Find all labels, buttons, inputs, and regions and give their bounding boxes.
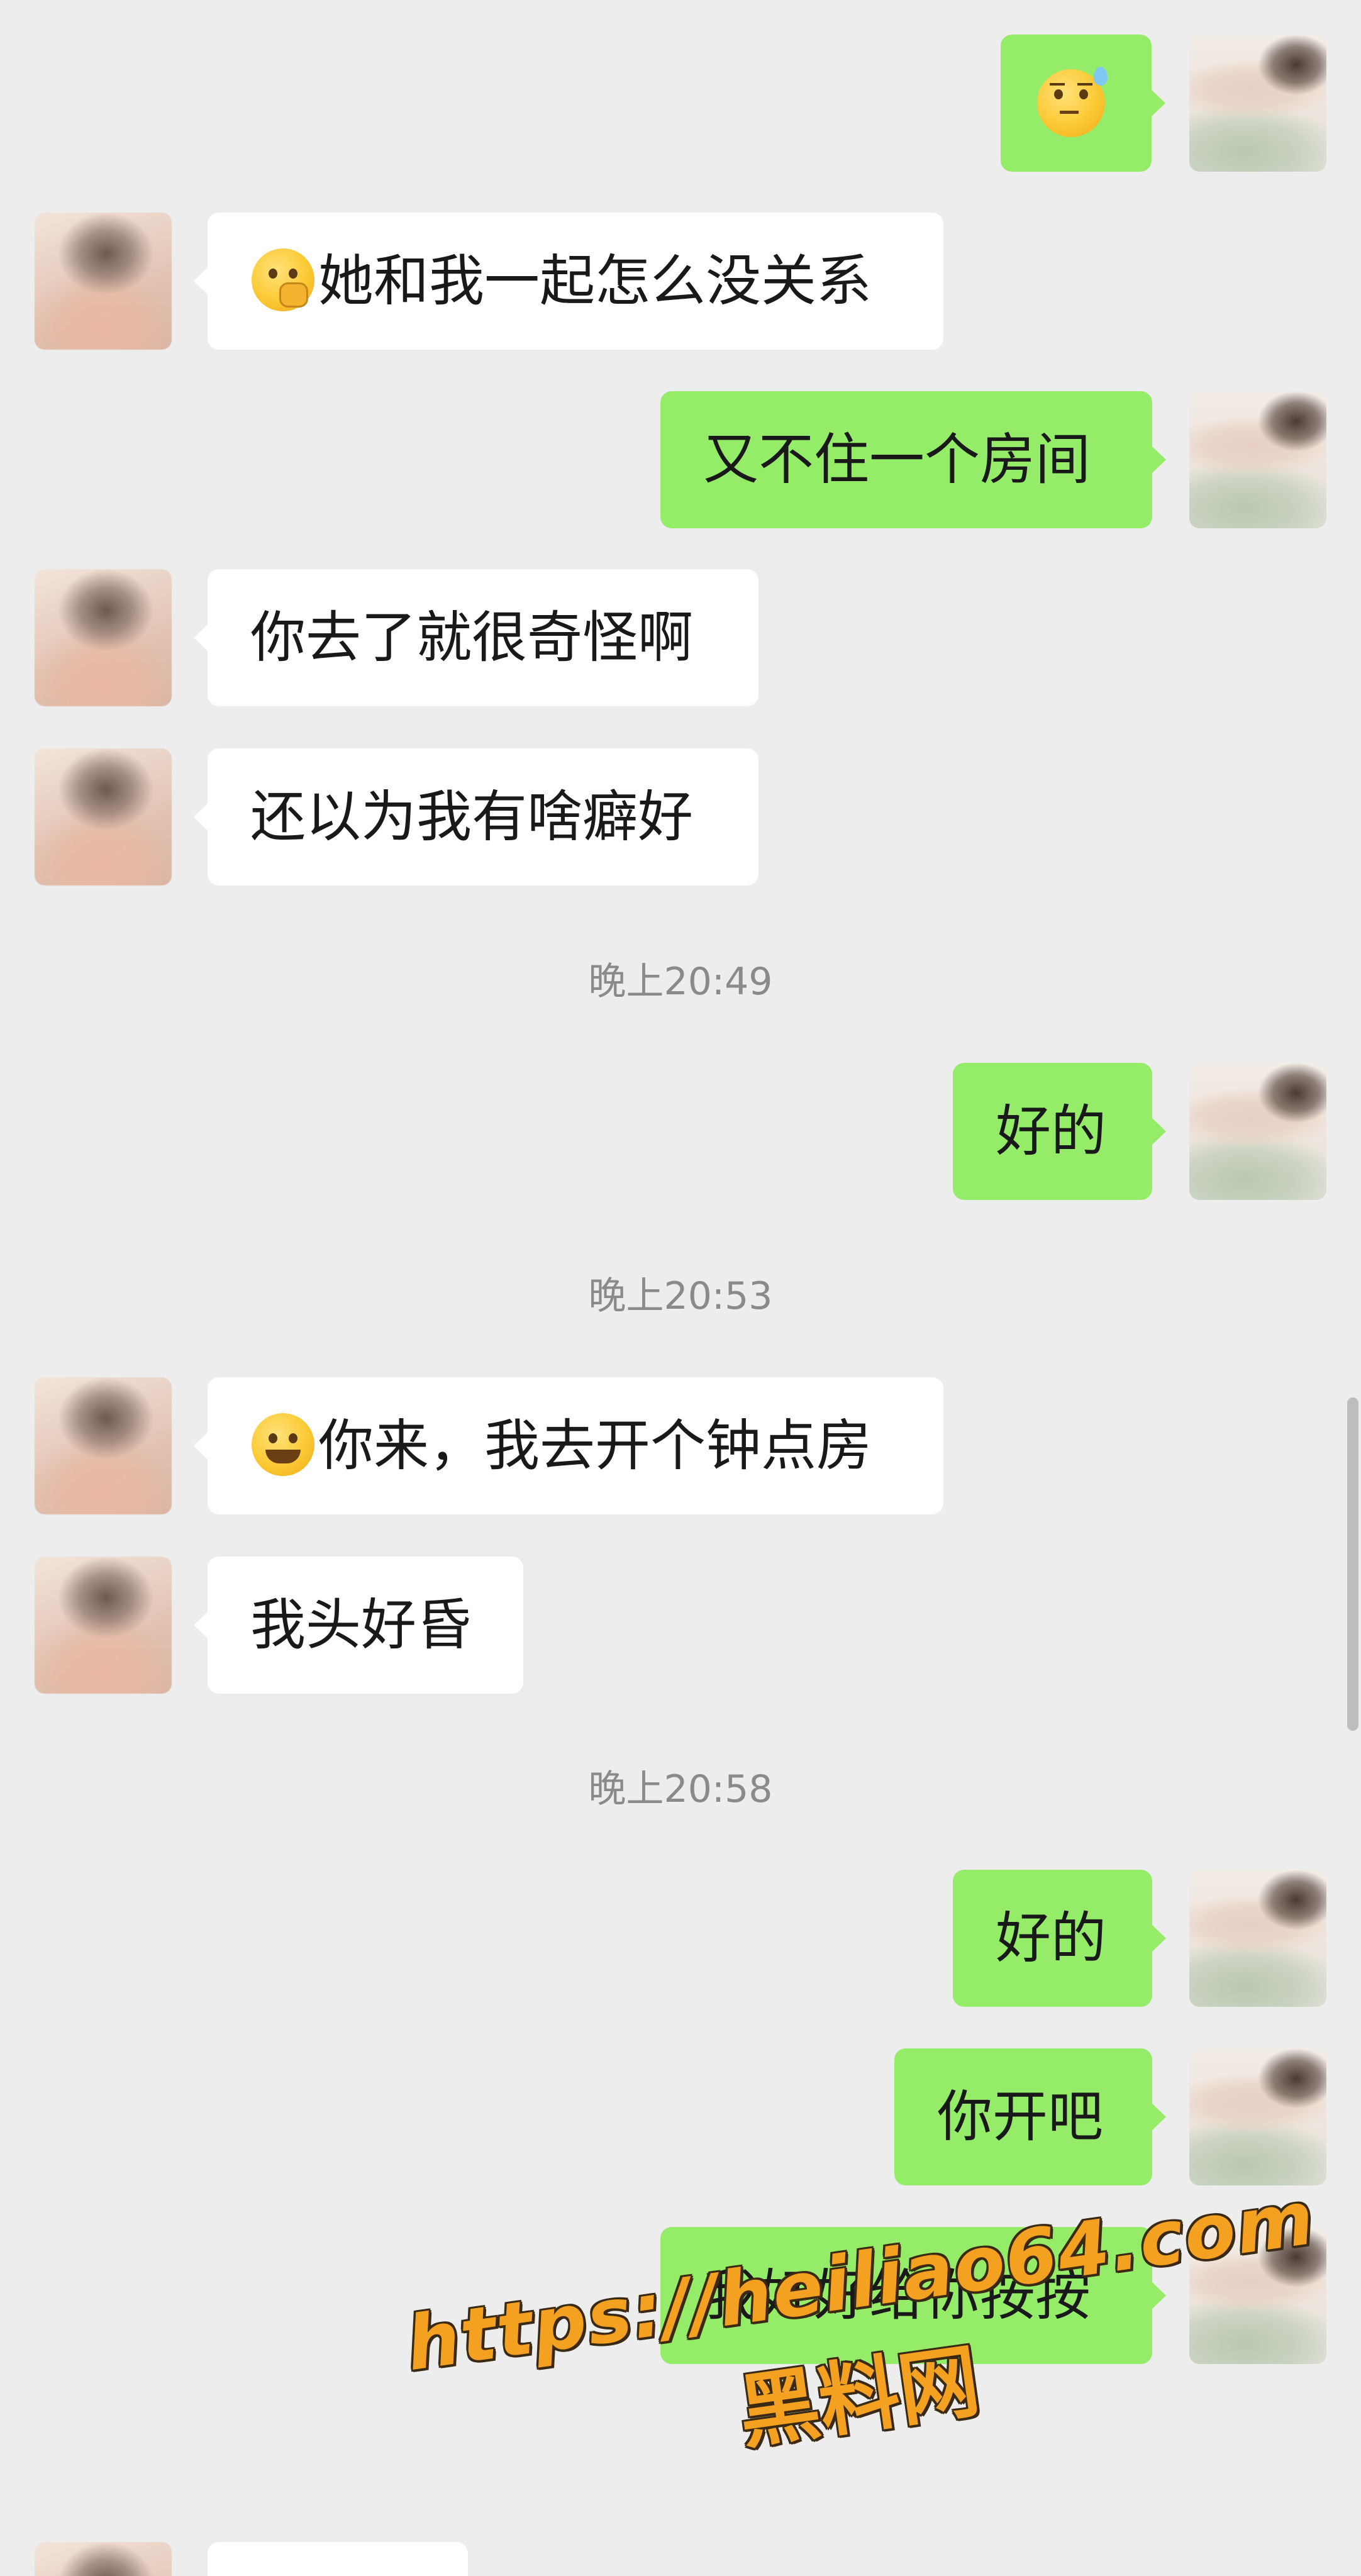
message-text: 好的 <box>996 1099 1107 1163</box>
my-avatar[interactable] <box>1189 2048 1326 2185</box>
message-text: 我头好昏 <box>250 1592 472 1657</box>
my-avatar[interactable] <box>1189 1063 1326 1200</box>
friend-message-bubble[interactable]: 你来，我去开个钟点房 <box>194 1377 943 1514</box>
friend-avatar[interactable] <box>35 569 172 706</box>
my-avatar[interactable] <box>1189 391 1326 528</box>
hand-over-mouth-face-emoji <box>252 248 314 312</box>
message-text: 又不住一个房间 <box>703 427 1091 492</box>
my-message-bubble[interactable] <box>1001 35 1165 172</box>
my-message-bubble[interactable]: 好的 <box>953 1870 1166 2007</box>
message-text: 好的 <box>996 1906 1107 1970</box>
my-avatar[interactable] <box>1189 35 1326 172</box>
friend-message-bubble[interactable]: 还以为我有啥癖好 <box>194 748 758 886</box>
timestamp: 晚上20:58 <box>588 1767 773 1811</box>
my-avatar[interactable] <box>1189 1870 1326 2007</box>
message-text: 你来，我去开个钟点房 <box>318 1413 872 1478</box>
timestamp: 晚上20:49 <box>588 960 773 1004</box>
timestamp: 晚上20:53 <box>588 1274 773 1318</box>
message-text: 还以为我有啥癖好 <box>250 784 694 849</box>
message-text: 你开吧 <box>937 2084 1104 2149</box>
chat-message-list[interactable]: 她和我一起怎么没关系 又不住一个房间 你去了就很奇怪啊 还以为我有啥癖好 晚上2… <box>0 0 1361 2576</box>
my-message-bubble[interactable]: 你开吧 <box>894 2048 1166 2185</box>
friend-avatar[interactable] <box>35 213 172 350</box>
friend-message-bubble[interactable]: 你去了就很奇怪啊 <box>194 569 758 706</box>
friend-message-bubble[interactable] <box>208 2542 468 2576</box>
friend-message-bubble[interactable]: 她和我一起怎么没关系 <box>194 213 943 350</box>
friend-message-bubble[interactable]: 我头好昏 <box>194 1557 523 1694</box>
scrollbar[interactable] <box>1347 1397 1358 1731</box>
friend-avatar[interactable] <box>35 748 172 886</box>
friend-avatar[interactable] <box>35 2542 172 2576</box>
message-text: 她和我一起怎么没关系 <box>318 248 872 313</box>
message-text: 你去了就很奇怪啊 <box>250 605 694 670</box>
friend-avatar[interactable] <box>35 1377 172 1514</box>
friend-avatar[interactable] <box>35 1557 172 1694</box>
sweat-unamused-face-emoji <box>1037 67 1108 137</box>
grinning-face-emoji <box>252 1413 314 1477</box>
my-message-bubble[interactable]: 又不住一个房间 <box>660 391 1166 528</box>
my-message-bubble[interactable]: 好的 <box>953 1063 1166 1200</box>
